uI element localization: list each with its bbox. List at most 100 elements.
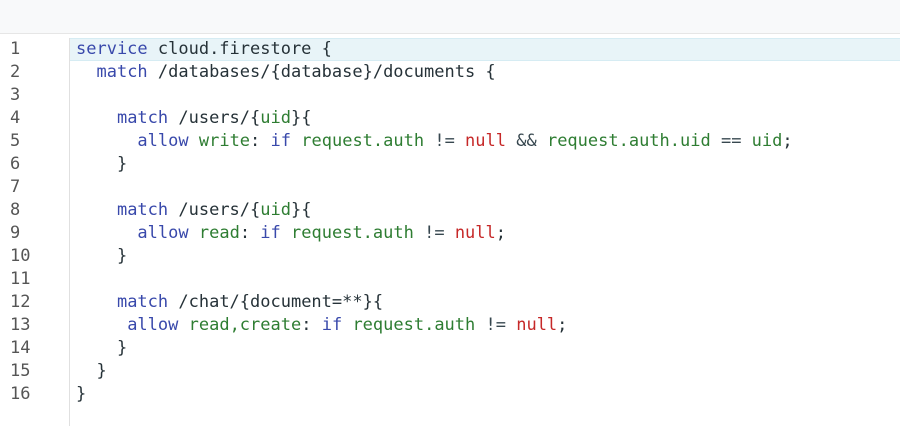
code-token: read [198, 223, 240, 243]
line-number: 9 [10, 223, 21, 243]
code-token: write [198, 131, 251, 151]
line-number: 13 [10, 315, 31, 335]
code-line[interactable]: 13 allow read,create: if request.auth !=… [0, 314, 900, 337]
code-line[interactable]: 7 [0, 176, 900, 199]
code-token: }{ [290, 108, 312, 128]
code-token: match [116, 200, 169, 220]
line-number: 16 [10, 384, 31, 404]
code-token: } [76, 338, 128, 358]
code-token: /users/{ [168, 108, 261, 128]
code-line[interactable]: 15 } [0, 360, 900, 383]
code-token: uid [751, 131, 783, 151]
code-text: service cloud.firestore { [76, 38, 332, 61]
line-number: 1 [10, 39, 21, 59]
editor-toolbar [0, 0, 900, 34]
code-token: match [96, 62, 148, 82]
code-token: null [465, 131, 506, 151]
code-token: if [321, 315, 343, 335]
line-number: 3 [10, 85, 21, 105]
code-text: match /chat/{document=**}{ [76, 291, 383, 314]
code-line[interactable]: 1 service cloud.firestore { [0, 38, 900, 61]
code-text: } [76, 360, 107, 383]
code-token: if [260, 223, 281, 243]
line-number: 11 [10, 269, 31, 289]
line-number: 5 [10, 131, 21, 151]
code-token: ; [782, 131, 793, 151]
code-token: ; [557, 315, 568, 335]
line-number: 4 [10, 108, 21, 128]
code-token: request.auth.uid [546, 131, 711, 151]
code-line[interactable]: 3 [0, 84, 900, 107]
code-token: null [454, 223, 496, 243]
code-token: } [76, 384, 87, 404]
line-number: 2 [10, 62, 21, 82]
line-number: 6 [10, 154, 21, 174]
line-number: 8 [10, 200, 21, 220]
code-token: /users/{ [168, 200, 261, 220]
code-text: } [76, 383, 86, 406]
code-token: uid [260, 108, 291, 128]
code-token: == [710, 131, 752, 151]
code-token: : [250, 131, 271, 151]
code-token: null [516, 315, 558, 335]
code-line[interactable]: 4 match /users/{uid}{ [0, 107, 900, 130]
code-token: /chat/{document=**}{ [168, 292, 384, 312]
code-token: read,create [188, 315, 302, 335]
code-token: /databases/{database}/documents { [147, 62, 496, 82]
line-number: 15 [10, 361, 31, 381]
code-token: != [413, 223, 455, 243]
code-line[interactable]: 14 } [0, 337, 900, 360]
code-token: : [301, 315, 322, 335]
code-text: match /users/{uid}{ [76, 199, 312, 222]
code-text: match /users/{uid}{ [76, 107, 312, 130]
code-token: } [76, 154, 128, 174]
code-token: && [506, 131, 547, 151]
code-line[interactable]: 11 [0, 268, 900, 291]
code-text: } [76, 245, 127, 268]
code-text: allow read: if request.auth != null; [76, 222, 506, 245]
code-line[interactable]: 9 allow read: if request.auth != null; [0, 222, 900, 245]
code-text: match /databases/{database}/documents { [76, 61, 496, 84]
code-text: allow read,create: if request.auth != nu… [76, 314, 567, 337]
code-token: allow [137, 131, 189, 151]
code-line[interactable]: 6 } [0, 153, 900, 176]
code-token: allow [137, 223, 189, 243]
code-line[interactable]: 16} [0, 383, 900, 406]
code-line[interactable]: 5 allow write: if request.auth != null &… [0, 130, 900, 153]
code-token: match [116, 108, 169, 128]
code-text: } [76, 337, 127, 360]
code-token: != [475, 315, 517, 335]
line-number: 7 [10, 177, 21, 197]
code-token: uid [260, 200, 291, 220]
code-token: : [239, 223, 261, 243]
code-token: request.auth [301, 131, 425, 151]
code-line[interactable]: 10 } [0, 245, 900, 268]
code-token: cloud.firestore { [147, 39, 332, 59]
code-line[interactable]: 12 match /chat/{document=**}{ [0, 291, 900, 314]
line-number: 12 [10, 292, 31, 312]
code-editor[interactable]: 1 service cloud.firestore {2 match /datab… [0, 38, 900, 426]
code-token: match [116, 292, 169, 312]
code-token: allow [127, 315, 179, 335]
code-token: } [76, 361, 107, 381]
code-token: if [270, 131, 292, 151]
code-token: request.auth [291, 223, 414, 243]
line-number: 10 [10, 246, 31, 266]
code-token: service [76, 39, 148, 59]
code-token: }{ [290, 200, 312, 220]
code-line[interactable]: 8 match /users/{uid}{ [0, 199, 900, 222]
line-number: 14 [10, 338, 31, 358]
code-line[interactable]: 2 match /databases/{database}/documents … [0, 61, 900, 84]
code-token: request.auth [352, 315, 476, 335]
